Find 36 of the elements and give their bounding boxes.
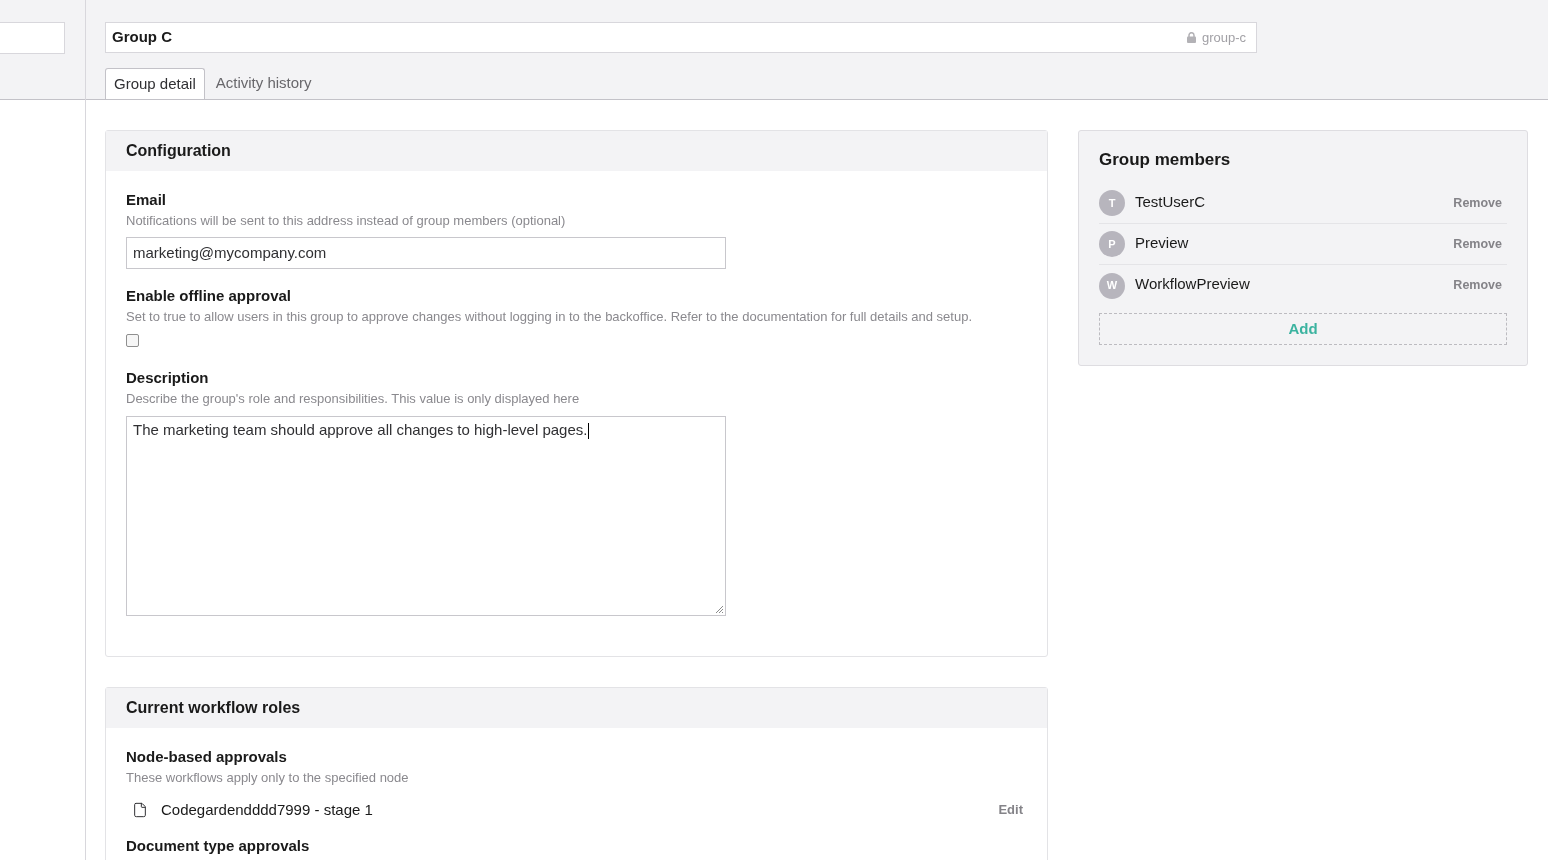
search-field[interactable] xyxy=(0,22,65,54)
field-description: Describe the group's role and responsibilities. This value is only displayed here xyxy=(126,390,580,408)
member-name: TestUserC xyxy=(1135,191,1205,212)
avatar-icon: T xyxy=(1099,190,1125,216)
email-input[interactable]: marketing@mycompany.com xyxy=(126,237,726,269)
group-alias: group-c xyxy=(1201,28,1246,47)
tab[interactable]: Group detail xyxy=(105,68,205,99)
resize-handle-icon[interactable] xyxy=(715,605,723,613)
field-label: Email xyxy=(126,190,167,210)
panel-title: Configuration xyxy=(126,141,231,161)
group-name-text: Group C xyxy=(112,27,173,48)
section-title: Document type approvals xyxy=(126,837,310,855)
remove-link[interactable]: Remove xyxy=(1453,276,1502,295)
remove-link[interactable]: Remove xyxy=(1453,234,1502,254)
avatar-icon: W xyxy=(1099,272,1125,299)
avatar-icon: P xyxy=(1099,231,1125,257)
field-label: Description xyxy=(126,368,209,388)
tab[interactable]: Activity history xyxy=(204,68,323,99)
field-description: Set to true to allow users in this group to approve changes without logging in to the backoffice. Refer to the documentation for full details and setup. xyxy=(126,308,972,326)
text-cursor xyxy=(588,423,590,440)
field-label: Enable offline approval xyxy=(126,286,292,306)
panel-title: Current workflow roles xyxy=(126,698,301,718)
member-name: Preview xyxy=(1135,232,1189,253)
remove-link[interactable]: Remove xyxy=(1453,193,1502,213)
edit-link[interactable]: Edit xyxy=(998,800,1023,820)
field-description: Notifications will be sent to this address instead of group members (optional) xyxy=(126,212,566,230)
lock-icon xyxy=(1186,32,1196,43)
workflow-item[interactable]: Codegardendddd7999 - stage 1 xyxy=(161,798,373,822)
section-description: These workflows apply only to the specified node xyxy=(126,769,409,787)
members-title: Group members xyxy=(1099,149,1231,171)
member-name: WorkflowPreview xyxy=(1135,274,1250,295)
group-name-input[interactable]: Group C group-c xyxy=(105,22,1257,53)
description-textarea[interactable]: The marketing team should approve all changes to high-level pages. xyxy=(126,416,726,616)
checkbox[interactable] xyxy=(126,334,139,347)
document-icon xyxy=(132,802,148,818)
section-title: Node-based approvals xyxy=(126,748,287,766)
